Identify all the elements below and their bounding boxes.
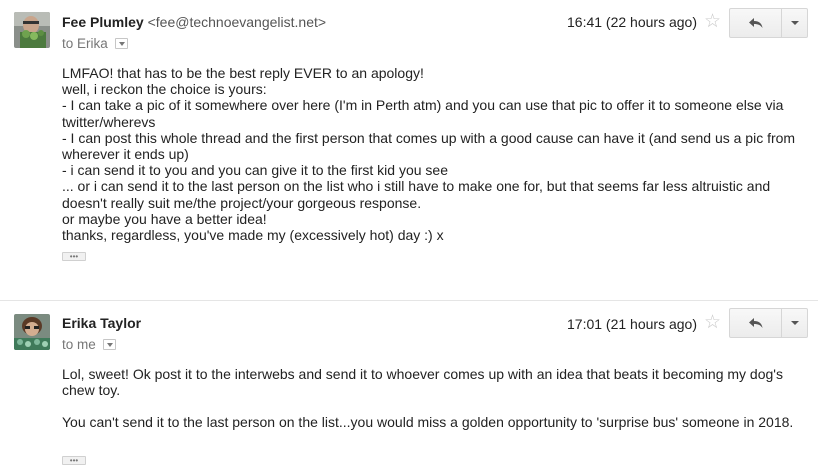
body-line: - I can post this whole thread and the f… (62, 129, 796, 163)
reply-arrow-icon (748, 318, 762, 328)
body-line: thanks, regardless, you've made my (exce… (62, 227, 444, 244)
body-line: well, i reckon the choice is yours: (62, 81, 267, 98)
recipient: to me (62, 337, 116, 352)
show-trimmed-content-button[interactable]: ••• (62, 456, 86, 465)
chevron-down-icon (790, 21, 799, 25)
message-body: Lol, sweet! Ok post it to the interwebs … (62, 366, 802, 431)
body-line: Lol, sweet! Ok post it to the interwebs … (62, 366, 783, 399)
message-erika-taylor: Erika Taylor to me 17:01 (21 hours ago) … (0, 300, 818, 476)
star-icon[interactable]: ☆ (704, 313, 721, 332)
more-options-button[interactable] (782, 8, 808, 38)
body-line: LMFAO! that has to be the best reply EVE… (62, 65, 424, 81)
message-time: 16:41 (22 hours ago) (567, 14, 697, 30)
body-line: or maybe you have a better idea! (62, 210, 267, 227)
reply-button[interactable] (729, 8, 782, 38)
sender-name[interactable]: Fee Plumley (62, 14, 144, 30)
body-line: ... or i can send it to the last person … (62, 178, 771, 211)
more-options-button[interactable] (782, 308, 808, 338)
recipient-label: to Erika (62, 36, 108, 51)
star-icon[interactable]: ☆ (704, 12, 721, 31)
details-dropdown-icon[interactable] (114, 38, 128, 49)
recipient: to Erika (62, 36, 128, 51)
message-time: 17:01 (21 hours ago) (567, 316, 697, 332)
sender: Erika Taylor (62, 315, 141, 331)
reply-button-group (729, 308, 808, 338)
message-body: LMFAO! that has to be the best reply EVE… (62, 65, 802, 243)
recipient-label: to me (62, 337, 96, 352)
sender-email: <fee@technoevangelist.net> (147, 14, 327, 30)
show-trimmed-content-button[interactable]: ••• (62, 252, 86, 261)
sender-name[interactable]: Erika Taylor (62, 315, 141, 331)
reply-button-group (729, 8, 808, 38)
message-fee-plumley: Fee Plumley <fee@technoevangelist.net> t… (0, 0, 818, 290)
avatar[interactable] (14, 314, 50, 350)
avatar[interactable] (14, 12, 50, 48)
details-dropdown-icon[interactable] (102, 339, 116, 350)
sender: Fee Plumley <fee@technoevangelist.net> (62, 14, 326, 30)
body-line: - I can take a pic of it somewhere over … (62, 97, 784, 130)
reply-button[interactable] (729, 308, 782, 338)
chevron-down-icon (790, 321, 799, 325)
reply-arrow-icon (748, 18, 762, 28)
body-line: - i can send it to you and you can give … (62, 162, 448, 179)
body-line: You can't send it to the last person on … (62, 414, 794, 431)
